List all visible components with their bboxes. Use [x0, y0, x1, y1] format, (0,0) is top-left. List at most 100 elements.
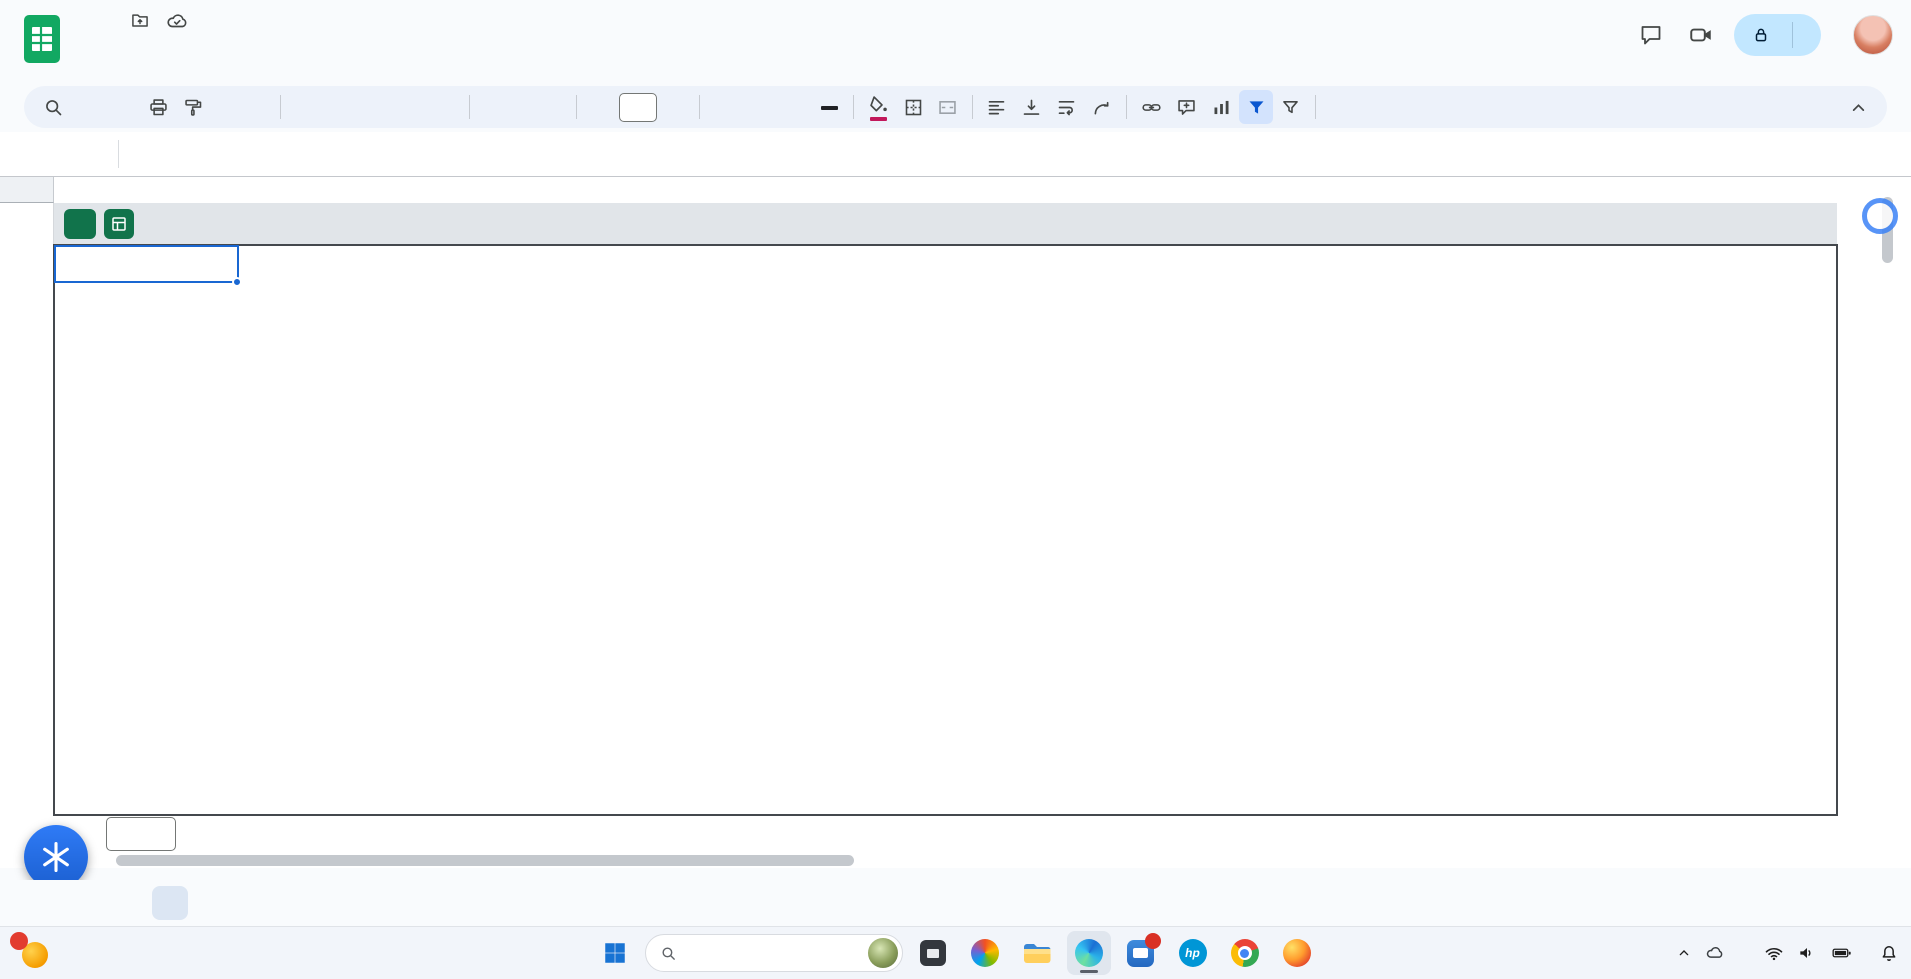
version-history-icon[interactable]	[1572, 14, 1614, 56]
file-explorer-button[interactable]	[1015, 931, 1059, 975]
start-button[interactable]	[593, 931, 637, 975]
vertical-align-icon	[1023, 99, 1039, 115]
text-color-button[interactable]	[812, 90, 846, 124]
menu-tools[interactable]	[208, 36, 228, 42]
mail-app-button[interactable]	[1119, 931, 1163, 975]
search-icon	[661, 946, 675, 960]
toolbar-search-button[interactable]	[36, 90, 70, 124]
font-size-input[interactable]	[619, 92, 657, 122]
borders-button[interactable]	[896, 90, 930, 124]
insert-link-button[interactable]	[1134, 90, 1168, 124]
undo-button[interactable]	[71, 90, 105, 124]
move-folder-icon[interactable]	[130, 11, 150, 31]
volume-button[interactable]	[1797, 943, 1817, 963]
account-avatar[interactable]	[1853, 15, 1893, 55]
widgets-button[interactable]	[963, 931, 1007, 975]
fill-color-icon	[869, 95, 887, 111]
menu-insert[interactable]	[148, 36, 168, 42]
menu-edit[interactable]	[108, 36, 128, 42]
sheet-tab-sheet1[interactable]	[152, 886, 188, 920]
functions-button[interactable]	[1323, 90, 1357, 124]
select-all-corner[interactable]	[0, 177, 54, 203]
video-camera-icon	[1690, 28, 1711, 42]
redo-button[interactable]	[106, 90, 140, 124]
chrome-browser-button[interactable]	[1223, 931, 1267, 975]
filter-views-button[interactable]	[1274, 90, 1308, 124]
percent-format-button[interactable]	[323, 90, 357, 124]
merge-cells-button[interactable]	[931, 90, 965, 124]
onedrive-tray-icon[interactable]	[1705, 943, 1725, 963]
zoom-select[interactable]	[211, 90, 273, 124]
meet-button[interactable]	[1688, 22, 1718, 48]
notification-center-button[interactable]	[1879, 943, 1899, 963]
text-rotation-button[interactable]	[1085, 90, 1119, 124]
menu-file[interactable]	[88, 36, 108, 42]
table-menu-button[interactable]	[104, 209, 134, 239]
menu-extensions[interactable]	[228, 36, 248, 42]
vertical-scrollbar[interactable]	[1879, 179, 1897, 865]
fill-color-swatch	[869, 116, 887, 121]
create-filter-button[interactable]	[1239, 90, 1273, 124]
menu-format[interactable]	[168, 36, 188, 42]
number-format-button[interactable]	[428, 90, 462, 124]
fill-color-button[interactable]	[861, 90, 895, 124]
lock-icon	[1755, 28, 1767, 42]
text-wrap-button[interactable]	[1050, 90, 1084, 124]
bold-button[interactable]	[707, 90, 741, 124]
pinwheel-icon	[970, 939, 999, 967]
firefox-browser-button[interactable]	[1275, 931, 1319, 975]
strikethrough-button[interactable]	[777, 90, 811, 124]
increase-font-size-button[interactable]	[658, 90, 692, 124]
borders-icon	[905, 99, 921, 115]
paint-format-button[interactable]	[176, 90, 210, 124]
decrease-font-size-button[interactable]	[584, 90, 618, 124]
search-highlight-image[interactable]	[867, 938, 898, 968]
font-select[interactable]	[477, 90, 569, 124]
screen: hp	[0, 0, 1911, 979]
chevron-up-icon	[1852, 103, 1864, 111]
battery-icon	[1832, 948, 1851, 958]
add-comment-icon	[1177, 99, 1195, 115]
divider	[1315, 95, 1316, 119]
currency-format-button[interactable]	[288, 90, 322, 124]
share-button[interactable]	[1734, 14, 1821, 56]
wifi-icon	[1765, 948, 1783, 961]
firefox-icon	[1282, 939, 1311, 967]
cloud-status-icon[interactable]	[166, 10, 188, 32]
task-view-button[interactable]	[911, 931, 955, 975]
hide-toolbar-button[interactable]	[1841, 90, 1875, 124]
decrease-decimal-button[interactable]	[358, 90, 392, 124]
wifi-button[interactable]	[1764, 943, 1784, 963]
fill-handle[interactable]	[232, 277, 242, 287]
menu-bar	[88, 36, 268, 42]
all-sheets-button[interactable]	[86, 883, 126, 923]
hp-app-button[interactable]: hp	[1171, 931, 1215, 975]
table-name-chip[interactable]	[64, 209, 96, 239]
tray-expand-button[interactable]	[1676, 945, 1692, 961]
menu-help[interactable]	[248, 36, 268, 42]
link-icon	[1141, 103, 1161, 111]
increase-decimal-button[interactable]	[393, 90, 427, 124]
comments-icon[interactable]	[1630, 14, 1672, 56]
formula-bar	[0, 132, 1911, 177]
battery-button[interactable]	[1830, 943, 1853, 963]
vertical-align-button[interactable]	[1015, 90, 1049, 124]
insert-chart-button[interactable]	[1204, 90, 1238, 124]
edge-browser-button[interactable]	[1066, 931, 1111, 975]
addon-loading-badge	[1862, 198, 1898, 234]
italic-button[interactable]	[742, 90, 776, 124]
sheets-logo-icon[interactable]	[24, 15, 60, 68]
divider	[853, 95, 854, 119]
table-grid-icon	[112, 217, 126, 231]
add-rows-count-input[interactable]	[106, 817, 176, 851]
horizontal-align-button[interactable]	[980, 90, 1014, 124]
weather-widget[interactable]	[10, 927, 60, 979]
menu-data[interactable]	[188, 36, 208, 42]
insert-comment-button[interactable]	[1169, 90, 1203, 124]
text-color-swatch	[820, 106, 838, 110]
taskbar-search-box[interactable]	[644, 934, 903, 972]
add-sheet-button[interactable]	[46, 883, 86, 923]
menu-view[interactable]	[128, 36, 148, 42]
horizontal-scrollbar-thumb[interactable]	[116, 855, 854, 866]
print-button[interactable]	[141, 90, 175, 124]
